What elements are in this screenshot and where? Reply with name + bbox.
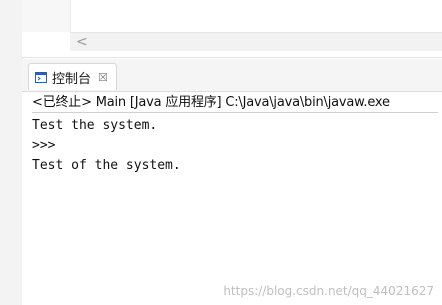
- console-icon: [35, 71, 47, 83]
- output-line: Test the system.: [32, 118, 158, 133]
- editor-divider: [22, 57, 442, 58]
- output-line: Test of the system.: [32, 158, 181, 173]
- editor-area: <: [22, 0, 442, 58]
- console-tab-bar: 控制台 ☒: [22, 59, 442, 92]
- tab-console[interactable]: 控制台 ☒: [28, 63, 117, 90]
- editor-line-area: [22, 0, 71, 32]
- horizontal-scrollbar[interactable]: <: [70, 32, 442, 51]
- left-gutter: [0, 0, 23, 305]
- tab-console-label: 控制台: [52, 71, 92, 87]
- scroll-left-icon[interactable]: <: [76, 33, 88, 51]
- close-icon[interactable]: ☒: [98, 71, 108, 84]
- console-output-panel[interactable]: <已终止> Main [Java 应用程序] C:\Java\java\bin\…: [22, 92, 442, 305]
- console-output: Test the system. >>> Test of the system.: [32, 116, 438, 176]
- watermark: https://blog.csdn.net/qq_44021627: [223, 284, 434, 298]
- console-status-line: <已终止> Main [Java 应用程序] C:\Java\java\bin\…: [32, 93, 438, 113]
- output-line: >>>: [32, 138, 56, 153]
